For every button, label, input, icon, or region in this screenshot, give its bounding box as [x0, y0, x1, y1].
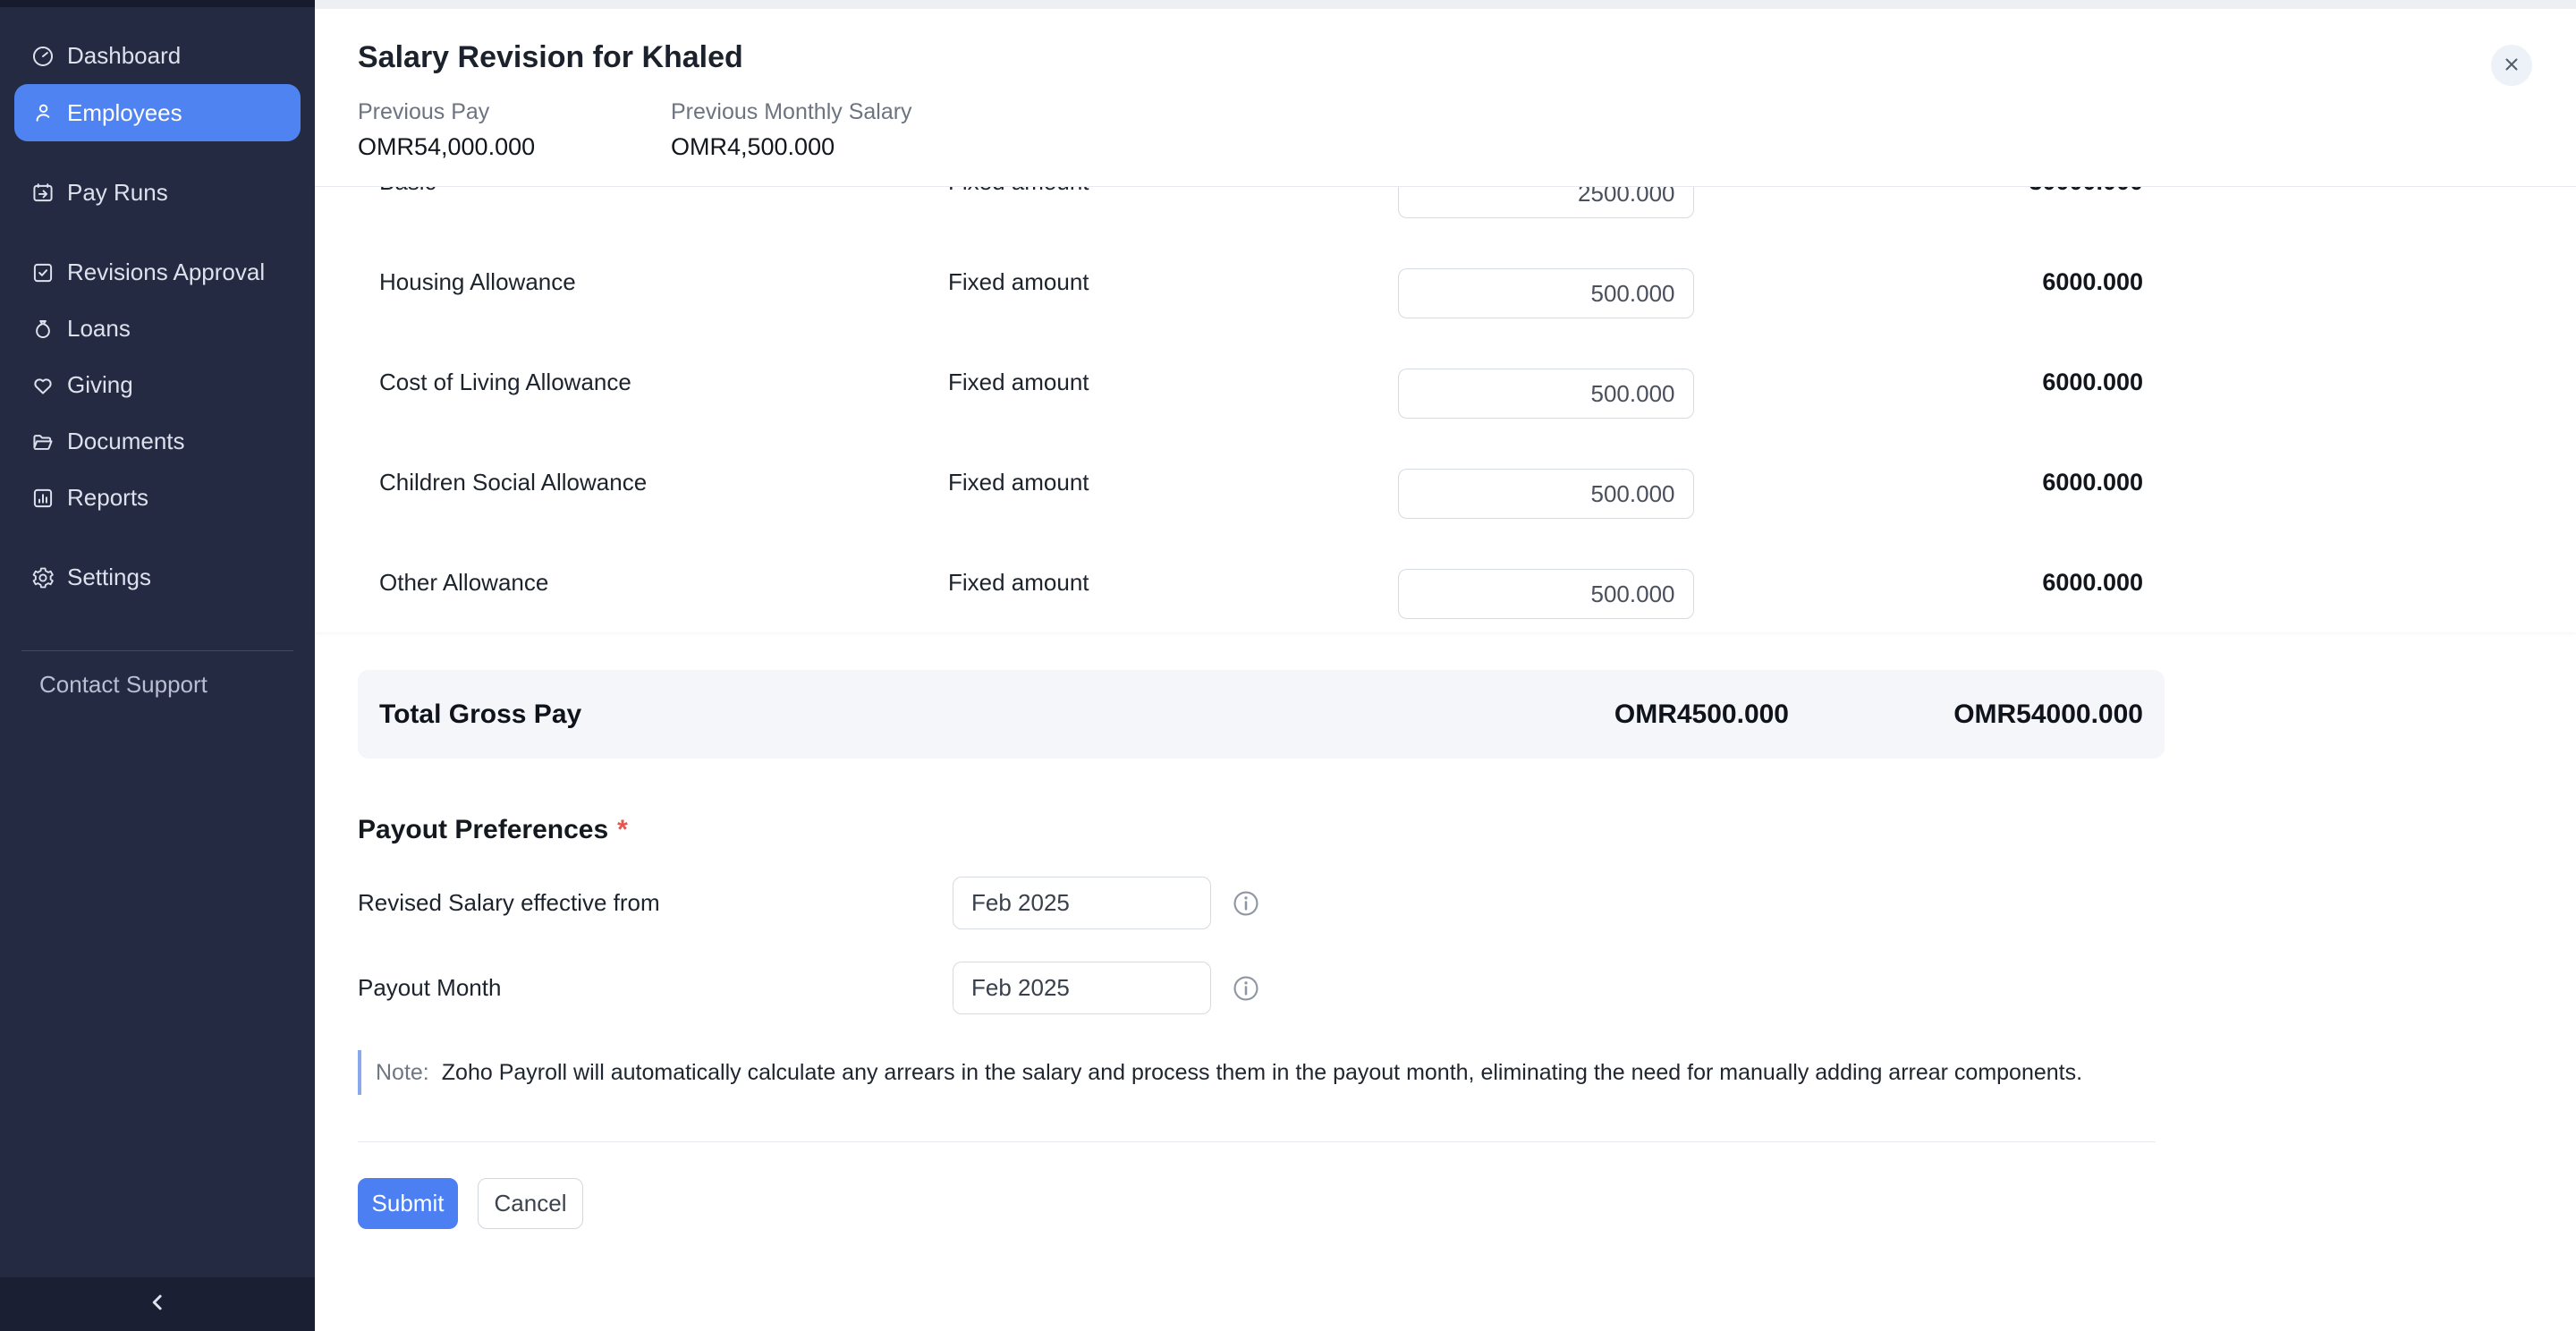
revisions-approval-icon	[30, 260, 55, 285]
sidebar-item-settings[interactable]: Settings	[14, 549, 301, 606]
note-label: Note:	[376, 1060, 429, 1086]
component-type: Fixed amount	[948, 569, 1398, 597]
component-name: Basic	[379, 186, 948, 196]
arrears-note: Note: Zoho Payroll will automatically ca…	[358, 1050, 2576, 1095]
monthly-amount-input[interactable]	[1398, 369, 1694, 419]
sidebar-item-reports[interactable]: Reports	[14, 470, 301, 526]
required-asterisk: *	[617, 815, 628, 844]
sidebar-item-label: Giving	[67, 371, 133, 399]
sidebar-top-cap	[0, 0, 315, 7]
close-icon	[2501, 54, 2522, 78]
dashboard-icon	[30, 44, 55, 69]
annual-amount: 30000.000	[1694, 186, 2144, 196]
giving-icon	[30, 373, 55, 398]
previous-pay-value: OMR54,000.000	[358, 132, 671, 161]
sidebar-nav: Dashboard Employees Pay Runs	[0, 7, 315, 606]
sidebar-item-label: Revisions Approval	[67, 259, 265, 286]
employees-icon	[30, 100, 55, 125]
annual-amount: 6000.000	[1694, 469, 2144, 496]
page-background-strip	[315, 0, 2576, 9]
loans-icon	[30, 317, 55, 342]
sidebar-item-label: Reports	[67, 484, 148, 512]
sidebar-divider	[21, 650, 293, 651]
previous-monthly-salary-value: OMR4,500.000	[671, 132, 984, 161]
annual-amount: 6000.000	[1694, 569, 2144, 597]
revised-salary-effective-from-row: Revised Salary effective from	[358, 877, 2576, 929]
chevron-left-icon	[144, 1289, 171, 1320]
page-title: Salary Revision for Khaled	[358, 39, 2576, 75]
settings-icon	[30, 565, 55, 590]
previous-monthly-salary-label: Previous Monthly Salary	[671, 98, 984, 125]
component-type: Fixed amount	[948, 268, 1398, 296]
payout-month-input[interactable]	[953, 962, 1211, 1014]
total-gross-pay-label: Total Gross Pay	[379, 699, 1431, 730]
note-text: Zoho Payroll will automatically calculat…	[442, 1060, 2082, 1086]
component-type: Fixed amount	[948, 186, 1398, 196]
table-row-other-allowance: Other Allowance Fixed amount 6000.000	[358, 532, 2165, 632]
sidebar-item-label: Employees	[67, 99, 182, 127]
monthly-amount-input[interactable]	[1398, 469, 1694, 519]
info-icon[interactable]	[1231, 888, 1261, 919]
component-type: Fixed amount	[948, 469, 1398, 496]
sidebar-item-revisions-approval[interactable]: Revisions Approval	[14, 244, 301, 301]
sidebar-item-label: Loans	[67, 315, 131, 343]
table-row-cost-of-living-allowance: Cost of Living Allowance Fixed amount 60…	[358, 332, 2165, 432]
sidebar-collapse-button[interactable]	[0, 1277, 315, 1331]
sidebar-item-dashboard[interactable]: Dashboard	[14, 28, 301, 84]
payout-month-row: Payout Month	[358, 962, 2576, 1014]
sidebar-item-documents[interactable]: Documents	[14, 413, 301, 470]
cancel-button[interactable]: Cancel	[478, 1178, 583, 1229]
total-gross-pay-bar: Total Gross Pay OMR4500.000 OMR54000.000	[358, 670, 2165, 759]
revised-salary-effective-from-label: Revised Salary effective from	[358, 889, 953, 917]
component-name: Children Social Allowance	[379, 469, 948, 496]
sidebar-item-employees[interactable]: Employees	[14, 84, 301, 141]
pay-runs-icon	[30, 181, 55, 206]
component-type: Fixed amount	[948, 369, 1398, 396]
total-annual-value: OMR54000.000	[1789, 699, 2143, 730]
sidebar-item-label: Pay Runs	[67, 179, 168, 207]
monthly-amount-input[interactable]	[1398, 268, 1694, 318]
table-row-children-social-allowance: Children Social Allowance Fixed amount 6…	[358, 432, 2165, 532]
sidebar-item-label: Documents	[67, 428, 185, 455]
annual-amount: 6000.000	[1694, 268, 2144, 296]
footer-divider	[358, 1141, 2156, 1142]
annual-amount: 6000.000	[1694, 369, 2144, 396]
revised-salary-effective-from-input[interactable]	[953, 877, 1211, 929]
submit-button[interactable]: Submit	[358, 1178, 458, 1229]
table-row-basic: Basic Fixed amount 30000.000	[358, 186, 2165, 232]
sidebar: Dashboard Employees Pay Runs	[0, 0, 315, 1331]
payout-preferences-heading: Payout Preferences *	[358, 814, 2576, 846]
sidebar-item-loans[interactable]: Loans	[14, 301, 301, 357]
monthly-amount-input[interactable]	[1398, 186, 1694, 218]
sidebar-item-pay-runs[interactable]: Pay Runs	[14, 165, 301, 221]
previous-salary-summary: Previous Pay OMR54,000.000 Previous Mont…	[358, 98, 2576, 161]
previous-pay-block: Previous Pay OMR54,000.000	[358, 98, 671, 161]
monthly-amount-input[interactable]	[1398, 569, 1694, 619]
sidebar-item-label: Dashboard	[67, 42, 181, 70]
table-row-housing-allowance: Housing Allowance Fixed amount 6000.000	[358, 232, 2165, 332]
sidebar-item-giving[interactable]: Giving	[14, 357, 301, 413]
close-button[interactable]	[2491, 45, 2532, 86]
salary-components-rows: Basic Fixed amount 30000.000 Housing All…	[358, 186, 2165, 632]
contact-support-link[interactable]: Contact Support	[39, 671, 315, 699]
component-name: Cost of Living Allowance	[379, 369, 948, 396]
payout-month-label: Payout Month	[358, 974, 953, 1002]
salary-components-table: Basic Fixed amount 30000.000 Housing All…	[315, 186, 2576, 632]
previous-pay-label: Previous Pay	[358, 98, 671, 125]
component-name: Other Allowance	[379, 569, 948, 597]
reports-icon	[30, 486, 55, 511]
component-name: Housing Allowance	[379, 268, 948, 296]
payout-preferences-section: Payout Preferences * Revised Salary effec…	[315, 759, 2576, 1014]
salary-revision-panel: Salary Revision for Khaled Previous Pay …	[315, 0, 2576, 1331]
payout-preferences-title: Payout Preferences	[358, 815, 608, 844]
total-monthly-value: OMR4500.000	[1431, 699, 1789, 730]
info-icon[interactable]	[1231, 973, 1261, 1004]
documents-icon	[30, 429, 55, 454]
form-actions: Submit Cancel	[358, 1178, 2576, 1229]
sidebar-item-label: Settings	[67, 564, 151, 591]
modal-header: Salary Revision for Khaled Previous Pay …	[315, 9, 2576, 186]
previous-monthly-salary-block: Previous Monthly Salary OMR4,500.000	[671, 98, 984, 161]
